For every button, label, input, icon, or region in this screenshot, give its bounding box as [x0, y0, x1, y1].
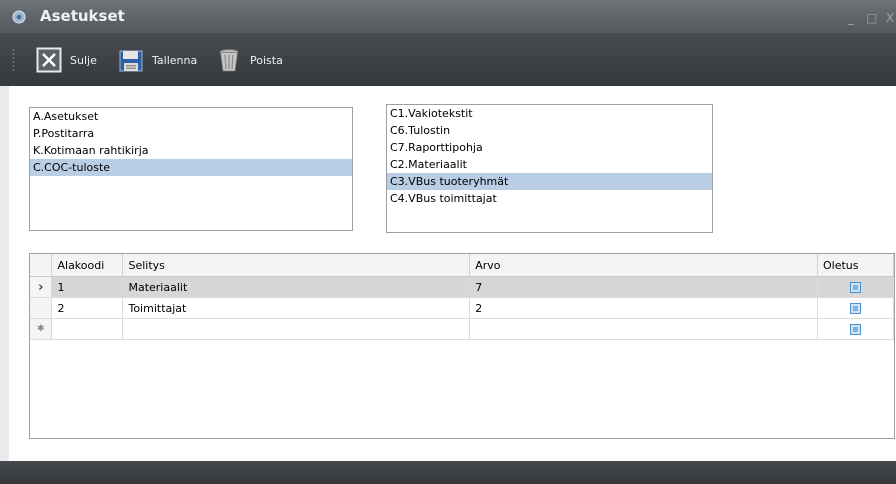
close-button-label: Sulje [70, 53, 97, 67]
save-button-label: Tallenna [152, 53, 198, 67]
list-item[interactable]: K.Kotimaan rahtikirja [30, 142, 352, 159]
cell-selitys[interactable]: Materiaalit [122, 276, 471, 298]
maximize-button[interactable]: □ [866, 11, 877, 25]
cell-arvo[interactable]: 7 [469, 276, 818, 298]
cell-alakoodi[interactable] [51, 318, 124, 340]
grid-corner-cell [30, 254, 53, 277]
list-item[interactable]: C7.Raporttipohja [387, 139, 712, 156]
list-item[interactable]: C2.Materiaalit [387, 156, 712, 173]
settings-category-list[interactable]: A.Asetukset P.Postitarra K.Kotimaan raht… [29, 107, 353, 231]
new-row[interactable]: ✱ [30, 318, 894, 340]
cell-arvo[interactable]: 2 [469, 297, 818, 319]
list-item[interactable]: P.Postitarra [30, 125, 352, 142]
list-item[interactable]: C4.VBus toimittajat [387, 190, 712, 207]
close-button[interactable]: Sulje [36, 45, 97, 75]
toolbar-grip[interactable] [12, 48, 15, 72]
title-bar: Asetukset _ □ X [0, 0, 896, 33]
cell-arvo[interactable] [469, 318, 818, 340]
close-x-icon [36, 47, 62, 73]
checkbox-icon[interactable] [850, 303, 861, 314]
settings-grid[interactable]: Alakoodi Selitys Arvo Oletus › 1 Materia… [29, 253, 895, 439]
save-button[interactable]: Tallenna [118, 45, 197, 75]
minimize-button[interactable]: _ [848, 11, 854, 25]
cell-alakoodi[interactable]: 1 [51, 276, 124, 298]
list-item[interactable]: C1.Vakiotekstit [387, 105, 712, 122]
cell-selitys[interactable] [122, 318, 471, 340]
window-title: Asetukset [40, 7, 125, 25]
column-header-oletus[interactable]: Oletus [817, 254, 894, 277]
column-header-arvo[interactable]: Arvo [469, 254, 818, 277]
cell-alakoodi[interactable]: 2 [51, 297, 124, 319]
settings-subcategory-list[interactable]: C1.Vakiotekstit C6.Tulostin C7.Raporttip… [386, 104, 713, 233]
delete-button[interactable]: Poista [216, 45, 283, 75]
cell-oletus[interactable] [817, 318, 894, 340]
current-row-indicator[interactable]: › [30, 276, 53, 298]
cell-oletus[interactable] [817, 297, 894, 319]
table-row[interactable]: › 1 Materiaalit 7 [30, 276, 894, 298]
column-header-alakoodi[interactable]: Alakoodi [51, 254, 124, 277]
trash-can-icon [219, 49, 239, 72]
cell-oletus[interactable] [817, 276, 894, 298]
status-bar [0, 461, 896, 484]
close-window-button[interactable]: X [886, 11, 894, 25]
column-header-selitys[interactable]: Selitys [122, 254, 471, 277]
delete-button-label: Poista [250, 53, 283, 67]
list-item-selected[interactable]: C.COC-tuloste [30, 159, 352, 176]
settings-gear-icon [12, 10, 26, 24]
toolbar: Sulje Tallenna Poista [0, 33, 896, 86]
list-item[interactable]: A.Asetukset [30, 108, 352, 125]
checkbox-icon[interactable] [850, 282, 861, 293]
cell-selitys[interactable]: Toimittajat [122, 297, 471, 319]
grid-header-row: Alakoodi Selitys Arvo Oletus [30, 254, 894, 277]
new-row-indicator[interactable]: ✱ [30, 318, 53, 340]
checkbox-icon[interactable] [850, 324, 861, 335]
floppy-disk-icon [119, 50, 143, 72]
row-indicator[interactable] [30, 297, 53, 319]
list-item[interactable]: C6.Tulostin [387, 122, 712, 139]
list-item-selected[interactable]: C3.VBus tuoteryhmät [387, 173, 712, 190]
table-row[interactable]: 2 Toimittajat 2 [30, 297, 894, 319]
